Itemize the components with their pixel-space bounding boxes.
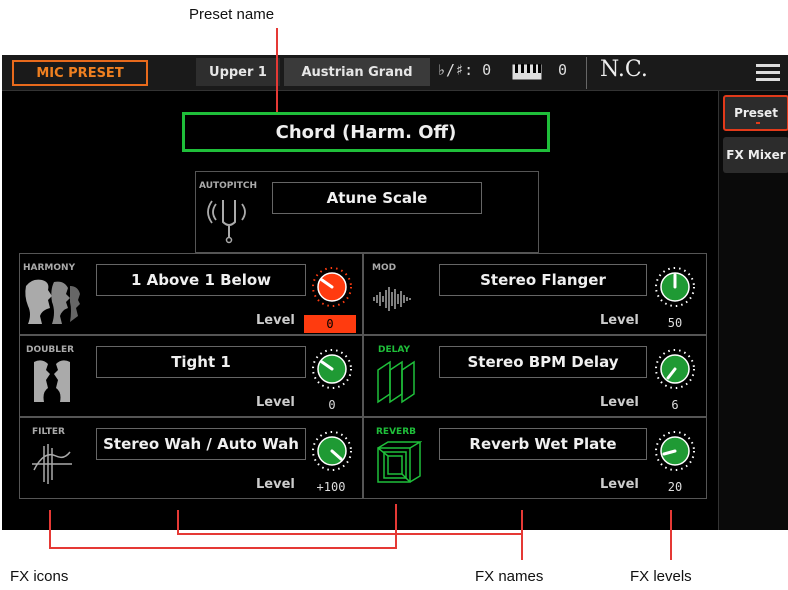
level-label: Level xyxy=(256,313,295,328)
fx-name-field[interactable]: 1 Above 1 Below xyxy=(96,264,306,296)
level-value[interactable]: 6 xyxy=(649,398,701,412)
level-value[interactable]: 20 xyxy=(649,480,701,494)
fx-slot-filter: FILTER Stereo Wah / Auto Wah Level +100 xyxy=(19,417,363,499)
level-knob[interactable] xyxy=(654,430,696,472)
callout-fx-icons: FX icons xyxy=(10,568,69,585)
callout-line xyxy=(49,510,51,548)
level-label: Level xyxy=(256,395,295,410)
fx-slot-reverb: REVERB Reverb Wet Plate Level 20 xyxy=(363,417,707,499)
level-value[interactable]: 0 xyxy=(306,398,358,412)
keyboard-part-button[interactable]: Upper 1 xyxy=(196,58,280,86)
level-knob[interactable] xyxy=(311,430,353,472)
preset-name-field[interactable]: Chord (Harm. Off) xyxy=(182,112,550,152)
harmony-faces-icon[interactable] xyxy=(24,276,82,326)
fx-slot-doubler: DOUBLER Tight 1 Level 0 xyxy=(19,335,363,417)
level-knob[interactable] xyxy=(311,266,353,308)
tab-fx-mixer[interactable]: FX Mixer xyxy=(723,137,788,173)
callout-line xyxy=(521,510,523,560)
autopitch-label: AUTOPITCH xyxy=(199,181,258,191)
fx-name-field[interactable]: Stereo Wah / Auto Wah xyxy=(96,428,306,460)
top-bar: MIC PRESET Upper 1 Austrian Grand ♭/♯: 0… xyxy=(2,55,788,91)
chord-display: N.C. xyxy=(600,57,648,82)
fx-section-label: DOUBLER xyxy=(26,345,75,355)
level-label: Level xyxy=(256,477,295,492)
mode-title[interactable]: MIC PRESET xyxy=(12,60,148,86)
fx-section-label: DELAY xyxy=(378,345,410,355)
level-knob[interactable] xyxy=(311,348,353,390)
fx-name-field[interactable]: Tight 1 xyxy=(96,346,306,378)
filter-icon[interactable] xyxy=(30,440,74,486)
fx-section-label: REVERB xyxy=(376,427,416,437)
level-value[interactable]: +100 xyxy=(305,480,357,494)
callout-line xyxy=(395,504,397,549)
fx-slot-mod: MOD Stereo Flanger Level 50 xyxy=(363,253,707,335)
divider xyxy=(586,57,587,89)
level-label: Level xyxy=(600,395,639,410)
autopitch-scale-field[interactable]: Atune Scale xyxy=(272,182,482,214)
callout-line xyxy=(276,28,278,112)
callout-line xyxy=(177,510,179,535)
sound-name-button[interactable]: Austrian Grand xyxy=(284,58,430,86)
menu-icon[interactable] xyxy=(756,64,780,82)
fx-name-field[interactable]: Stereo Flanger xyxy=(439,264,647,296)
callout-line xyxy=(177,533,523,535)
fx-section-label: FILTER xyxy=(32,427,65,437)
device-screen: MIC PRESET Upper 1 Austrian Grand ♭/♯: 0… xyxy=(2,55,788,530)
callout-line xyxy=(49,547,397,549)
doubler-faces-icon[interactable] xyxy=(32,358,72,404)
delay-panels-icon[interactable] xyxy=(376,360,422,404)
level-value[interactable]: 0 xyxy=(304,315,356,333)
fx-name-field[interactable]: Stereo BPM Delay xyxy=(439,346,647,378)
fx-section-label: MOD xyxy=(372,263,397,273)
octave-value[interactable]: 0 xyxy=(558,61,567,79)
fx-slot-harmony: HARMONY 1 Above 1 Below Level 0 xyxy=(19,253,363,335)
side-tabs: Preset FX Mixer xyxy=(718,91,788,530)
level-label: Level xyxy=(600,477,639,492)
level-knob[interactable] xyxy=(654,266,696,308)
callout-preset-name: Preset name xyxy=(189,6,275,23)
keyboard-icon xyxy=(512,64,542,80)
autopitch-section: AUTOPITCH Atune Scale xyxy=(195,171,539,253)
waveform-icon[interactable] xyxy=(372,286,416,312)
fx-name-field[interactable]: Reverb Wet Plate xyxy=(439,428,647,460)
level-knob[interactable] xyxy=(654,348,696,390)
fx-slot-delay: DELAY Stereo BPM Delay Level 6 xyxy=(363,335,707,417)
level-label: Level xyxy=(600,313,639,328)
reverb-cube-icon[interactable] xyxy=(376,440,422,486)
callout-line xyxy=(670,510,672,560)
fx-section-label: HARMONY xyxy=(23,263,76,273)
level-value[interactable]: 50 xyxy=(649,316,701,330)
callout-fx-names: FX names xyxy=(475,568,544,585)
tuning-fork-icon xyxy=(207,200,246,244)
callout-fx-levels: FX levels xyxy=(630,568,692,585)
transpose-indicator[interactable]: ♭/♯: 0 xyxy=(437,61,491,79)
tab-preset[interactable]: Preset xyxy=(723,95,788,131)
